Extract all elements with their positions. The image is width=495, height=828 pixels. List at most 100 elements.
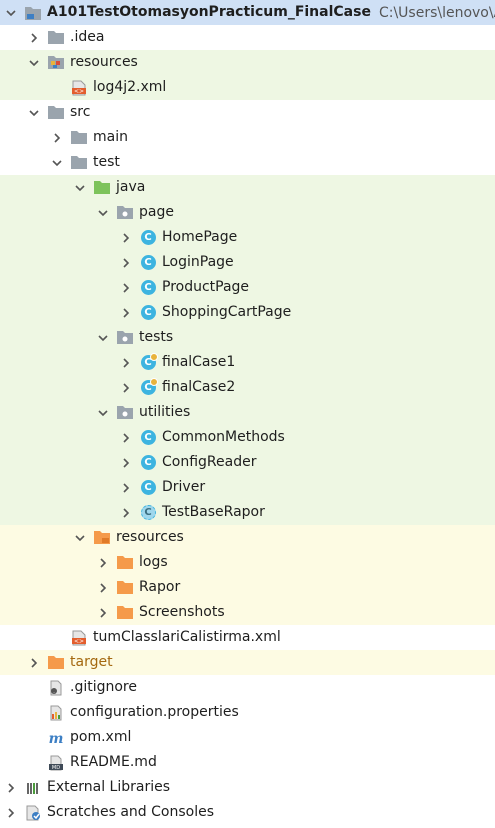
class-icon: C [139,254,157,272]
class-icon: C [139,479,157,497]
tree-item[interactable]: C ConfigReader [0,450,495,475]
tree-item[interactable]: src [0,100,495,125]
chevron-down-icon[interactable] [96,325,110,350]
tree-item[interactable]: configuration.properties [0,700,495,725]
tree-item[interactable]: External Libraries [0,775,495,800]
chevron-right-icon[interactable] [96,600,110,625]
tree-item[interactable]: C TestBaseRapor [0,500,495,525]
tree-item[interactable]: <> log4j2.xml [0,75,495,100]
tree-item-label: HomePage [162,229,238,245]
chevron-right-icon[interactable] [4,775,18,800]
test-resources-folder-icon [93,529,111,547]
tree-item[interactable]: Rapor [0,575,495,600]
project-folder-icon [24,4,42,22]
tree-item[interactable]: utilities [0,400,495,425]
tree-item[interactable]: Scratches and Consoles [0,800,495,825]
chevron-right-icon[interactable] [50,125,64,150]
markdown-file-icon: MD [47,754,65,772]
tree-item-label: tumClasslariCalistirma.xml [93,629,281,645]
tree-item[interactable]: C ProductPage [0,275,495,300]
orange-folder-icon [47,654,65,672]
chevron-right-icon[interactable] [119,275,133,300]
test-class-icon: C [139,378,158,397]
tree-item-label: pom.xml [70,729,132,745]
chevron-right-icon[interactable] [119,350,133,375]
chevron-down-icon[interactable] [96,400,110,425]
tree-item-label: logs [139,554,168,570]
chevron-down-icon[interactable] [4,0,18,25]
chevron-right-icon[interactable] [119,475,133,500]
class-icon: C [139,304,157,322]
tree-item[interactable]: C ShoppingCartPage [0,300,495,325]
tree-item[interactable]: target [0,650,495,675]
chevron-down-icon[interactable] [96,200,110,225]
tree-item[interactable]: resources [0,525,495,550]
tree-item[interactable]: page [0,200,495,225]
tree-item-label: .idea [70,29,105,45]
tree-item-label: CommonMethods [162,429,285,445]
test-source-folder-icon [93,179,111,197]
chevron-down-icon[interactable] [27,50,41,75]
tree-item-label: utilities [139,404,191,420]
tree-item[interactable]: test [0,150,495,175]
tree-item[interactable]: tests [0,325,495,350]
tree-item-label: page [139,204,174,220]
tree-item[interactable]: Screenshots [0,600,495,625]
tree-item[interactable]: java [0,175,495,200]
chevron-right-icon[interactable] [27,25,41,50]
tree-item-label: test [93,154,120,170]
tree-item-label: External Libraries [47,779,170,795]
project-root-row[interactable]: A101TestOtomasyonPracticum_FinalCase C:\… [0,0,495,25]
chevron-right-icon[interactable] [119,300,133,325]
chevron-down-icon[interactable] [73,175,87,200]
tree-item-label: log4j2.xml [93,79,167,95]
svg-text:<>: <> [74,638,84,645]
tree-item[interactable]: CfinalCase2 [0,375,495,400]
svg-text:<>: <> [74,88,84,95]
chevron-right-icon[interactable] [27,650,41,675]
chevron-right-icon[interactable] [119,500,133,525]
tree-item[interactable]: C LoginPage [0,250,495,275]
tree-item[interactable]: CfinalCase1 [0,350,495,375]
tree-item[interactable]: . .gitignore [0,675,495,700]
folder-icon [47,104,65,122]
abstract-class-icon: C [139,504,157,522]
class-icon: C [139,279,157,297]
project-name: A101TestOtomasyonPracticum_FinalCase [47,4,371,20]
chevron-right-icon[interactable] [119,450,133,475]
folder-icon [70,129,88,147]
tree-item[interactable]: C CommonMethods [0,425,495,450]
chevron-down-icon[interactable] [27,100,41,125]
xml-file-icon: <> [70,79,88,97]
tree-item[interactable]: C HomePage [0,225,495,250]
chevron-right-icon[interactable] [4,800,18,825]
tree-item[interactable]: resources [0,50,495,75]
chevron-down-icon[interactable] [73,525,87,550]
tree-item-label: Rapor [139,579,181,595]
folder-icon [70,154,88,172]
chevron-down-icon[interactable] [50,150,64,175]
tree-item[interactable]: main [0,125,495,150]
chevron-right-icon[interactable] [119,375,133,400]
tree-item[interactable]: logs [0,550,495,575]
tree-item[interactable]: MD README.md [0,750,495,775]
chevron-right-icon[interactable] [119,250,133,275]
tree-item[interactable]: .idea [0,25,495,50]
class-icon: C [139,429,157,447]
chevron-right-icon[interactable] [96,550,110,575]
tree-item-label: src [70,104,91,120]
maven-icon: m [47,729,65,747]
tree-item-label: LoginPage [162,254,234,270]
class-icon: C [139,454,157,472]
gitignore-file-icon: . [47,679,65,697]
class-icon: C [139,229,157,247]
properties-file-icon [47,704,65,722]
tree-item-label: Scratches and Consoles [47,804,214,820]
chevron-right-icon[interactable] [96,575,110,600]
chevron-right-icon[interactable] [119,225,133,250]
tree-item[interactable]: C Driver [0,475,495,500]
tree-item[interactable]: <> tumClasslariCalistirma.xml [0,625,495,650]
chevron-right-icon[interactable] [119,425,133,450]
tree-item-label: TestBaseRapor [162,504,265,520]
tree-item[interactable]: m pom.xml [0,725,495,750]
